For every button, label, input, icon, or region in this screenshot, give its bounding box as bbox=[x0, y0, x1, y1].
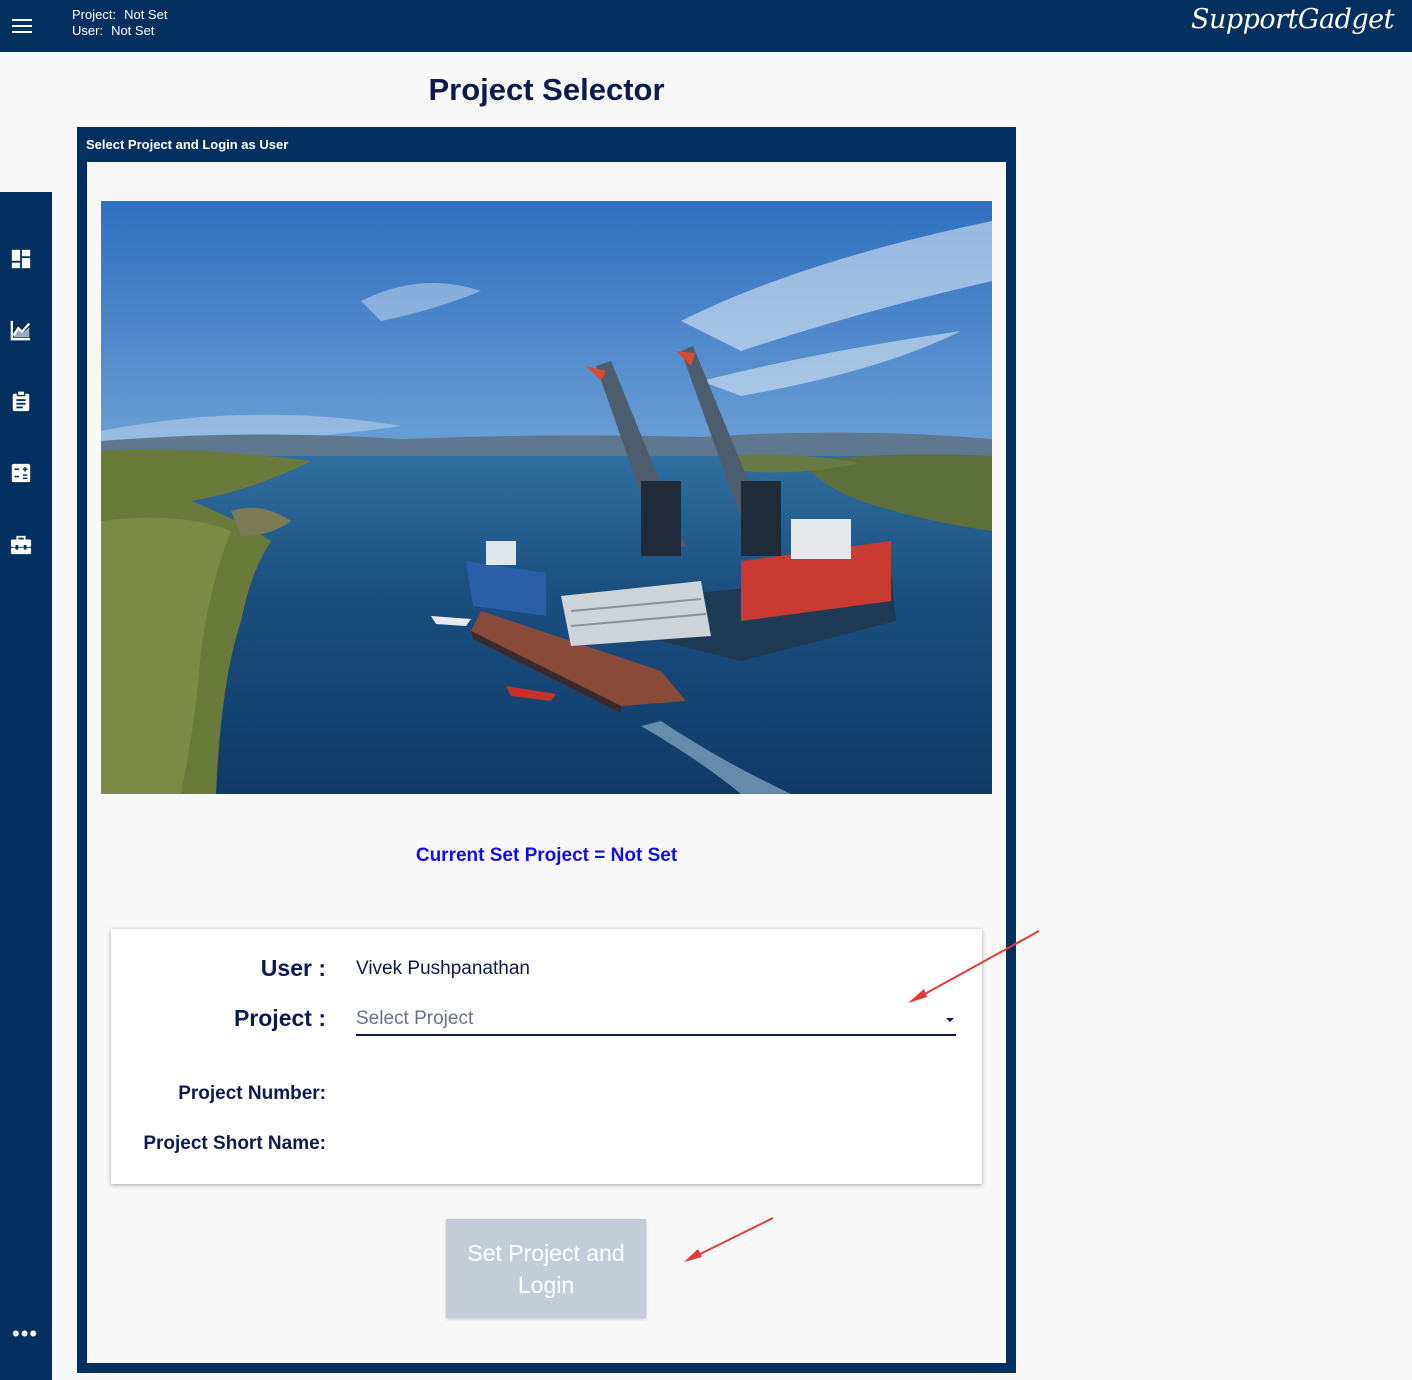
user-context: User: Not Set bbox=[72, 23, 155, 38]
top-bar: Project: Not Set User: Not Set SupportGadg… bbox=[52, 0, 1412, 52]
project-label: Project : bbox=[233, 1005, 326, 1031]
project-select-placeholder: Select Project bbox=[356, 1008, 474, 1029]
annotation-arrow-icon bbox=[908, 930, 1040, 1003]
page-title: Project Selector bbox=[428, 72, 665, 107]
context-info: Project: Not Set User: Not Set bbox=[72, 7, 167, 39]
user-label: User : bbox=[260, 955, 326, 981]
project-selector-panel: Select Project and Login as User Current… bbox=[77, 127, 1016, 1373]
vessel-photo bbox=[101, 201, 992, 794]
project-context: Project: Not Set bbox=[72, 7, 168, 22]
user-value: Vivek Pushpanathan bbox=[356, 958, 530, 979]
project-short-name-label: Project Short Name: bbox=[143, 1133, 326, 1154]
menu-button[interactable] bbox=[0, 0, 52, 52]
project-select[interactable]: Select Project bbox=[356, 1004, 956, 1036]
panel-title: Select Project and Login as User bbox=[86, 137, 289, 152]
more-icon[interactable]: ••• bbox=[12, 1323, 38, 1345]
current-project-status: Current Set Project = Not Set bbox=[415, 845, 678, 866]
set-project-login-button[interactable]: Set Project and Login bbox=[446, 1219, 646, 1318]
login-form-card: User : Vivek Pushpanathan Project : Sele… bbox=[111, 929, 982, 1184]
annotation-arrow-icon bbox=[684, 1217, 774, 1262]
menu-icon bbox=[12, 19, 32, 21]
toolbox-icon[interactable] bbox=[10, 534, 32, 556]
panel-body: Current Set Project = Not Set User : Viv… bbox=[87, 162, 1006, 1363]
chevron-down-icon bbox=[946, 1018, 954, 1022]
project-number-label: Project Number: bbox=[178, 1083, 326, 1104]
dashboard-icon[interactable] bbox=[10, 248, 32, 270]
brand-logo: SupportGadget bbox=[1190, 4, 1395, 35]
calculator-icon[interactable] bbox=[10, 462, 32, 484]
chart-icon[interactable] bbox=[10, 319, 32, 341]
sidebar: ••• bbox=[0, 192, 52, 1380]
clipboard-icon[interactable] bbox=[10, 390, 32, 412]
